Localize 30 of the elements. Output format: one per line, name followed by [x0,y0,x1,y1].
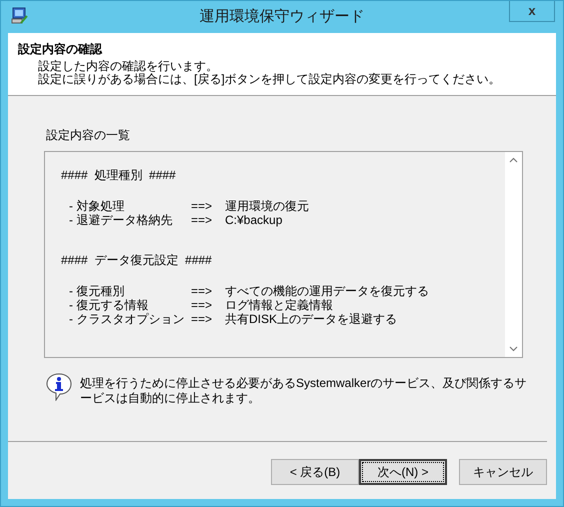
info-icon [46,373,72,401]
arrow-text: ==> [191,199,214,213]
wizard-button[interactable]: < 戻る(B) [271,459,359,485]
item-value: 共有DISK上のデータを退避する [225,312,398,326]
item-value: 運用環境の復元 [225,199,309,213]
window-title: 運用環境保守ウィザード [200,6,364,27]
item-label: - 復元する情報 [69,298,150,312]
item-value: すべての機能の運用データを復元する [225,284,429,298]
section-heading: #### データ復元設定 #### [61,253,213,267]
arrow-text: ==> [191,298,214,312]
item-label: - 復元種別 [69,284,126,298]
item-label: - 退避データ格納先 [69,213,174,227]
item-value: C:¥backup [225,213,282,227]
arrow-text: ==> [191,284,214,298]
description-text: 設定した内容の確認を行います。 [38,60,219,73]
page-title: 設定内容の確認 [18,41,104,57]
section-heading: #### 処理種別 #### [61,168,177,182]
summary-label: 設定内容の一覧 [46,128,131,142]
close-button[interactable]: x [509,1,555,22]
info-message: 処理を行うために停止させる必要があるSystemwalkerのサービス、及び関係するサービスは自動的に停止されます。 [80,375,528,406]
arrow-text: ==> [191,213,214,227]
wizard-button[interactable]: 次へ(N) > [359,459,447,485]
scrollbar[interactable] [505,152,522,357]
wizard-button[interactable]: キャンセル [459,459,547,485]
app-icon [11,7,29,25]
arrow-text: ==> [191,312,214,326]
item-label: - クラスタオプション [69,312,186,326]
description-text: 設定に誤りがある場合には、[戻る]ボタンを押して設定内容の変更を行ってください。 [38,73,502,86]
item-label: - 対象処理 [69,199,126,213]
item-value: ログ情報と定義情報 [225,298,333,312]
